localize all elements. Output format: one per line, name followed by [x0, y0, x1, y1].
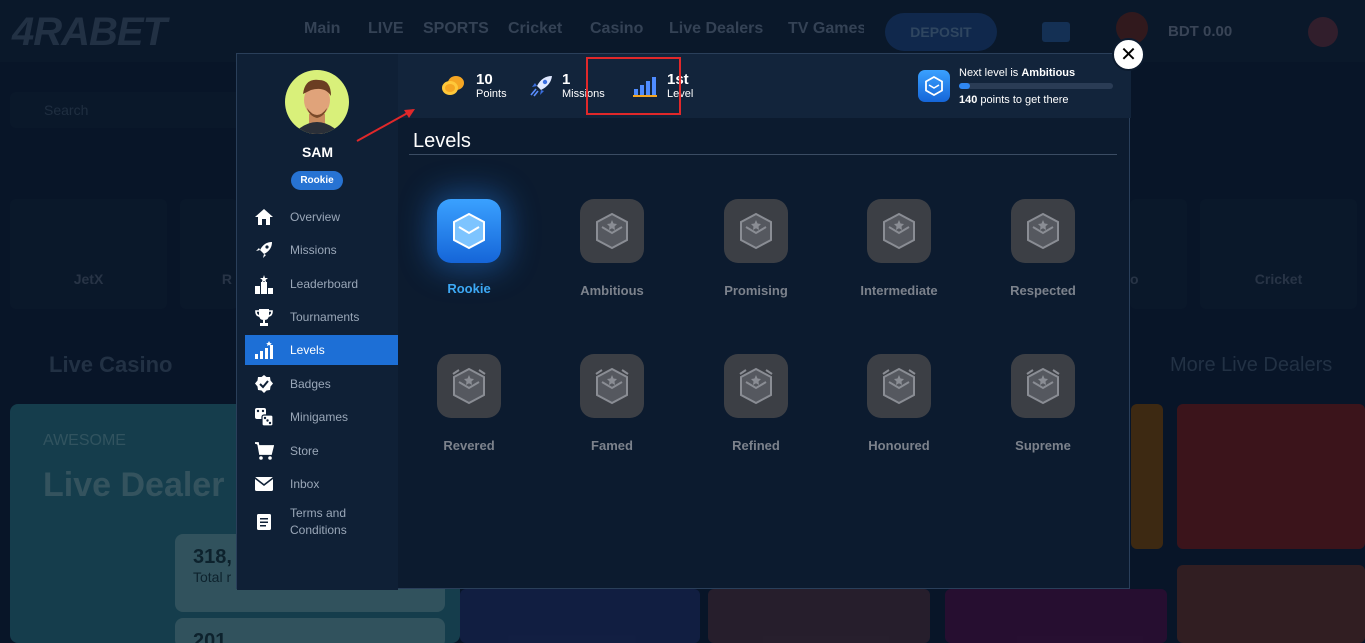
sidebar-item-missions[interactable]: Missions	[245, 235, 398, 265]
level-icon	[580, 199, 644, 263]
level-name: Rookie	[447, 281, 491, 296]
level-name: Promising	[724, 283, 788, 298]
podium-icon	[253, 274, 275, 294]
badge-icon	[253, 374, 275, 394]
rookie-level-icon-placeholder	[437, 199, 501, 263]
progress-fill	[959, 83, 970, 89]
level-item-promising[interactable]: Promising	[691, 199, 821, 298]
level-name: Revered	[443, 438, 495, 453]
level-item-intermediate[interactable]: Intermediate	[834, 199, 964, 298]
level-item-honoured[interactable]: Honoured	[834, 354, 964, 453]
level-icon	[724, 354, 788, 418]
next-level-progress	[959, 83, 1113, 89]
level-icon	[1011, 354, 1075, 418]
next-level-name: Ambitious	[1021, 67, 1076, 79]
level-name: Famed	[591, 438, 633, 453]
sidebar-item-label: Minigames	[290, 410, 349, 424]
next-level-text: Next level is Ambitious	[959, 67, 1075, 79]
level-item-ambitious[interactable]: Ambitious	[547, 199, 677, 298]
level-icon	[1011, 199, 1075, 263]
level-icon	[867, 354, 931, 418]
levels-heading: Levels	[413, 130, 471, 152]
sidebar-item-label: Leaderboard	[290, 277, 359, 291]
sidebar-item-label: Tournaments	[290, 310, 360, 324]
document-icon	[253, 512, 275, 532]
terms-line-2: Conditions	[290, 523, 347, 537]
sidebar-item-levels[interactable]: Levels	[245, 335, 398, 365]
rocket-icon	[530, 76, 552, 97]
sidebar-item-label: Levels	[290, 343, 325, 357]
points-value: 10	[476, 71, 493, 88]
level-badge: Rookie	[291, 171, 343, 190]
close-button[interactable]: ✕	[1112, 38, 1145, 71]
highlight-box	[586, 57, 681, 115]
stats-strip: 10 Points 1 Missions 1st Level Next leve…	[398, 54, 1131, 118]
levels-icon	[253, 340, 275, 360]
loyalty-modal: SAM Rookie Overview Missions Leaderboard…	[236, 53, 1131, 590]
level-name: Refined	[732, 438, 780, 453]
levels-divider	[409, 154, 1117, 155]
level-icon	[437, 354, 501, 418]
sidebar-item-label: Missions	[290, 243, 337, 257]
sidebar-item-label: Store	[290, 444, 319, 458]
cart-icon	[253, 441, 275, 461]
level-name: Respected	[1010, 283, 1076, 298]
level-name: Supreme	[1015, 438, 1071, 453]
sidebar-item-leaderboard[interactable]: Leaderboard	[245, 269, 398, 299]
level-name: Ambitious	[580, 283, 644, 298]
points-needed-text: 140 points to get there	[959, 94, 1068, 106]
next-level-icon	[918, 70, 950, 102]
home-icon	[253, 207, 275, 227]
terms-line-1: Terms and	[290, 506, 347, 520]
points-needed-suffix: points to get there	[977, 94, 1069, 106]
level-name: Intermediate	[860, 283, 938, 298]
level-icon	[724, 199, 788, 263]
sidebar-item-store[interactable]: Store	[245, 436, 398, 466]
rocket-icon	[253, 240, 275, 260]
dice-icon	[253, 407, 275, 427]
points-stat[interactable]: 10 Points	[440, 54, 507, 118]
sidebar-item-label: Overview	[290, 210, 341, 224]
sidebar-item-inbox[interactable]: Inbox	[245, 469, 398, 499]
next-level-prefix: Next level is	[959, 67, 1022, 79]
sidebar-item-terms[interactable]: Terms and Conditions	[245, 504, 398, 540]
points-needed-value: 140	[959, 94, 978, 106]
profile-avatar	[285, 70, 349, 134]
sidebar-item-label: Inbox	[290, 477, 320, 491]
level-item-famed[interactable]: Famed	[547, 354, 677, 453]
profile-name: SAM	[301, 144, 334, 160]
points-label: Points	[476, 88, 507, 100]
level-name: Honoured	[868, 438, 930, 453]
level-item-supreme[interactable]: Supreme	[978, 354, 1108, 453]
level-item-respected[interactable]: Respected	[978, 199, 1108, 298]
close-icon: ✕	[1120, 44, 1137, 66]
mail-icon	[253, 474, 275, 494]
sidebar-item-label: Terms and Conditions	[290, 505, 347, 539]
level-icon	[867, 199, 931, 263]
sidebar-item-label: Badges	[290, 377, 331, 391]
sidebar-item-overview[interactable]: Overview	[245, 202, 398, 232]
sidebar-item-tournaments[interactable]: Tournaments	[245, 302, 398, 332]
level-item-revered[interactable]: Revered	[404, 354, 534, 453]
sidebar-item-minigames[interactable]: Minigames	[245, 402, 398, 432]
sidebar-item-badges[interactable]: Badges	[245, 369, 398, 399]
level-icon	[580, 354, 644, 418]
level-item-refined[interactable]: Refined	[691, 354, 821, 453]
coins-icon	[442, 76, 464, 95]
trophy-icon	[253, 307, 275, 327]
